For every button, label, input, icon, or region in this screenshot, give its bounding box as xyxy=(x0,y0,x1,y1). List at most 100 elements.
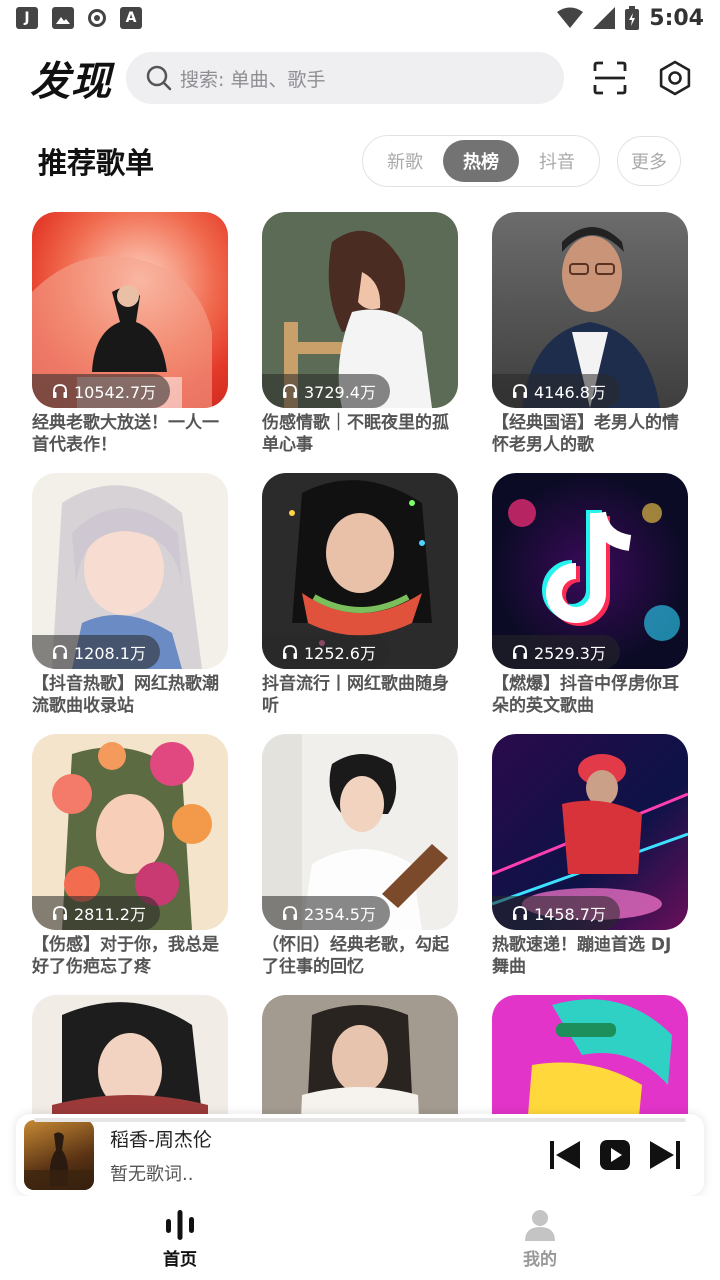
playlist-cover: 1208.1万 xyxy=(32,473,228,669)
gear-icon xyxy=(659,60,691,96)
play-button[interactable] xyxy=(600,1140,630,1170)
headphones-icon xyxy=(283,906,297,920)
wifi-icon xyxy=(557,7,584,28)
playlist-title: 抖音流行丨网红歌曲随身听 xyxy=(262,674,449,716)
nav-home[interactable]: 首页 xyxy=(0,1196,360,1280)
status-right: 5:04 xyxy=(557,6,704,31)
play-count-badge: 3729.4万 xyxy=(262,374,390,408)
more-button[interactable]: 更多 xyxy=(617,136,681,186)
search-bar[interactable]: 搜索: 单曲、歌手 xyxy=(126,52,564,104)
play-count: 10542.7万 xyxy=(74,383,157,402)
headphones-icon xyxy=(513,645,527,659)
headphones-icon xyxy=(513,906,527,920)
play-count-badge: 2529.3万 xyxy=(492,635,620,669)
search-icon xyxy=(146,65,172,91)
status-time: 5:04 xyxy=(649,5,704,31)
player-song-title: 稻香-周杰伦 xyxy=(110,1128,212,1151)
skip-next-icon xyxy=(650,1141,680,1169)
play-count: 2354.5万 xyxy=(304,905,376,924)
nav-mine-label: 我的 xyxy=(523,1249,557,1270)
headphones-icon xyxy=(53,645,67,659)
mini-player[interactable]: 稻香-周杰伦 暂无歌词.. xyxy=(16,1114,704,1196)
signal-icon xyxy=(593,7,616,29)
play-count: 1252.6万 xyxy=(304,644,376,663)
playlist-card[interactable]: 1458.7万 热歌速递！蹦迪首选 DJ舞曲 xyxy=(492,734,688,978)
playlist-card[interactable]: 1208.1万 【抖音热歌】网红热歌潮流歌曲收录站 xyxy=(32,473,228,717)
playlist-title: 【伤感】对于你，我总是好了伤疤忘了疼 xyxy=(32,935,219,977)
player-meta: 稻香-周杰伦 暂无歌词.. xyxy=(110,1125,212,1186)
playlist-card[interactable]: 2354.5万 （怀旧）经典老歌，勾起了往事的回忆 xyxy=(262,734,458,978)
battery-icon xyxy=(625,6,640,30)
play-count-badge: 1208.1万 xyxy=(32,635,160,669)
playlist-title: （怀旧）经典老歌，勾起了往事的回忆 xyxy=(262,935,449,977)
play-icon xyxy=(600,1140,630,1170)
record-icon xyxy=(88,9,106,27)
playlist-card[interactable]: 4146.8万 【经典国语】老男人的情怀老男人的歌 xyxy=(492,212,688,456)
playlist-title: 经典老歌大放送！一人一首代表作！ xyxy=(32,413,219,455)
next-button[interactable] xyxy=(650,1140,680,1170)
image-icon xyxy=(52,7,74,29)
status-left-icons: J A xyxy=(16,7,142,29)
player-progress-track xyxy=(34,1118,686,1122)
headphones-icon xyxy=(283,645,297,659)
a-app-icon: A xyxy=(120,7,142,29)
playlist-title: 热歌速递！蹦迪首选 DJ舞曲 xyxy=(492,935,672,977)
playlist-cover: 2529.3万 xyxy=(492,473,688,669)
playlist-card[interactable]: 2811.2万 【伤感】对于你，我总是好了伤疤忘了疼 xyxy=(32,734,228,978)
playlist-cover: 3729.4万 xyxy=(262,212,458,408)
play-count-badge: 1458.7万 xyxy=(492,896,620,930)
page-title: 发现 xyxy=(30,59,112,105)
search-placeholder: 搜索: 单曲、歌手 xyxy=(180,68,326,91)
player-controls xyxy=(550,1140,680,1170)
headphones-icon xyxy=(513,384,527,398)
playlist-card[interactable]: 1252.6万 抖音流行丨网红歌曲随身听 xyxy=(262,473,458,717)
play-count-badge: 10542.7万 xyxy=(32,374,171,408)
player-album-art xyxy=(24,1120,94,1190)
bottom-nav: 首页 我的 xyxy=(0,1196,720,1280)
user-icon xyxy=(525,1209,555,1241)
play-count: 1458.7万 xyxy=(534,905,606,924)
j-app-icon: J xyxy=(16,7,38,29)
tab-douyin[interactable]: 抖音 xyxy=(519,140,595,182)
status-bar: J A 5:04 xyxy=(0,0,720,36)
tab-new-songs[interactable]: 新歌 xyxy=(367,140,443,182)
playlist-cover: 4146.8万 xyxy=(492,212,688,408)
headphones-icon xyxy=(283,384,297,398)
playlist-card[interactable]: 3729.4万 伤感情歌｜不眠夜里的孤单心事 xyxy=(262,212,458,456)
playlist-title: 【抖音热歌】网红热歌潮流歌曲收录站 xyxy=(32,674,219,716)
play-count-badge: 4146.8万 xyxy=(492,374,620,408)
previous-button[interactable] xyxy=(550,1140,580,1170)
player-lyric: 暂无歌词.. xyxy=(110,1163,194,1185)
section-title: 推荐歌单 xyxy=(38,146,155,180)
playlist-title: 【经典国语】老男人的情怀老男人的歌 xyxy=(492,413,679,455)
music-bars-icon xyxy=(166,1209,194,1240)
playlist-cover: 2811.2万 xyxy=(32,734,228,930)
play-count: 3729.4万 xyxy=(304,383,376,402)
play-count: 4146.8万 xyxy=(534,383,606,402)
playlist-cover: 1458.7万 xyxy=(492,734,688,930)
tab-hot-chart[interactable]: 热榜 xyxy=(443,140,519,182)
skip-previous-icon xyxy=(550,1141,580,1169)
headphones-icon xyxy=(53,384,67,398)
playlist-title: 【燃爆】抖音中俘虏你耳朵的英文歌曲 xyxy=(492,674,679,716)
scan-icon xyxy=(593,61,627,95)
playlist-title: 伤感情歌｜不眠夜里的孤单心事 xyxy=(262,413,449,455)
play-count: 2529.3万 xyxy=(534,644,606,663)
category-tabs: 新歌 热榜 抖音 xyxy=(362,135,600,187)
play-count: 2811.2万 xyxy=(74,905,146,924)
nav-mine[interactable]: 我的 xyxy=(360,1196,720,1280)
playlist-cover: 10542.7万 xyxy=(32,212,228,408)
playlist-card[interactable]: 10542.7万 经典老歌大放送！一人一首代表作！ xyxy=(32,212,228,456)
settings-button[interactable] xyxy=(655,58,695,98)
header: 发现 搜索: 单曲、歌手 xyxy=(0,50,720,106)
headphones-icon xyxy=(53,906,67,920)
play-count-badge: 1252.6万 xyxy=(262,635,390,669)
playlist-card[interactable]: 2529.3万 【燃爆】抖音中俘虏你耳朵的英文歌曲 xyxy=(492,473,688,717)
play-count-badge: 2354.5万 xyxy=(262,896,390,930)
scan-button[interactable] xyxy=(590,58,630,98)
play-count: 1208.1万 xyxy=(74,644,146,663)
playlist-cover: 1252.6万 xyxy=(262,473,458,669)
play-count-badge: 2811.2万 xyxy=(32,896,160,930)
playlist-cover: 2354.5万 xyxy=(262,734,458,930)
nav-home-label: 首页 xyxy=(163,1249,197,1270)
